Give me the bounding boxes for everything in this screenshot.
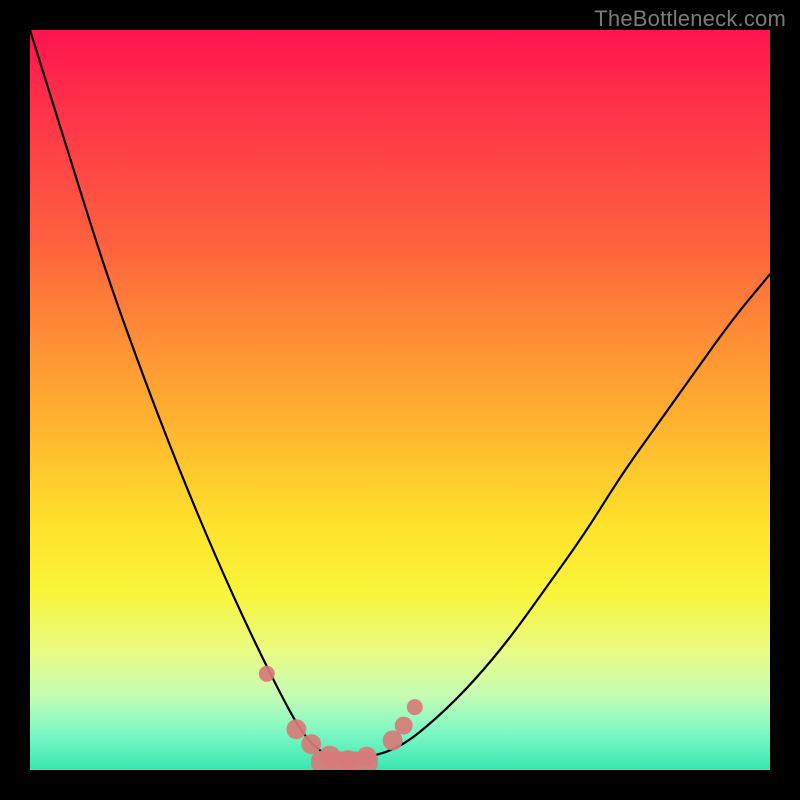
curve-marker <box>286 719 306 739</box>
curve-marker <box>319 746 341 768</box>
curve-marker <box>259 666 275 682</box>
curve-marker <box>395 717 413 735</box>
curve-marker <box>301 734 321 754</box>
curve-marker <box>407 699 423 715</box>
curve-marker <box>383 730 403 750</box>
curve-trough-band <box>311 752 378 771</box>
curve-marker <box>337 750 359 770</box>
curve-markers <box>259 666 423 770</box>
curve-svg <box>30 30 770 770</box>
curve-marker <box>357 747 377 767</box>
watermark-text: TheBottleneck.com <box>594 6 786 32</box>
bottleneck-curve <box>30 30 770 761</box>
plot-area <box>30 30 770 770</box>
chart-frame: TheBottleneck.com <box>0 0 800 800</box>
